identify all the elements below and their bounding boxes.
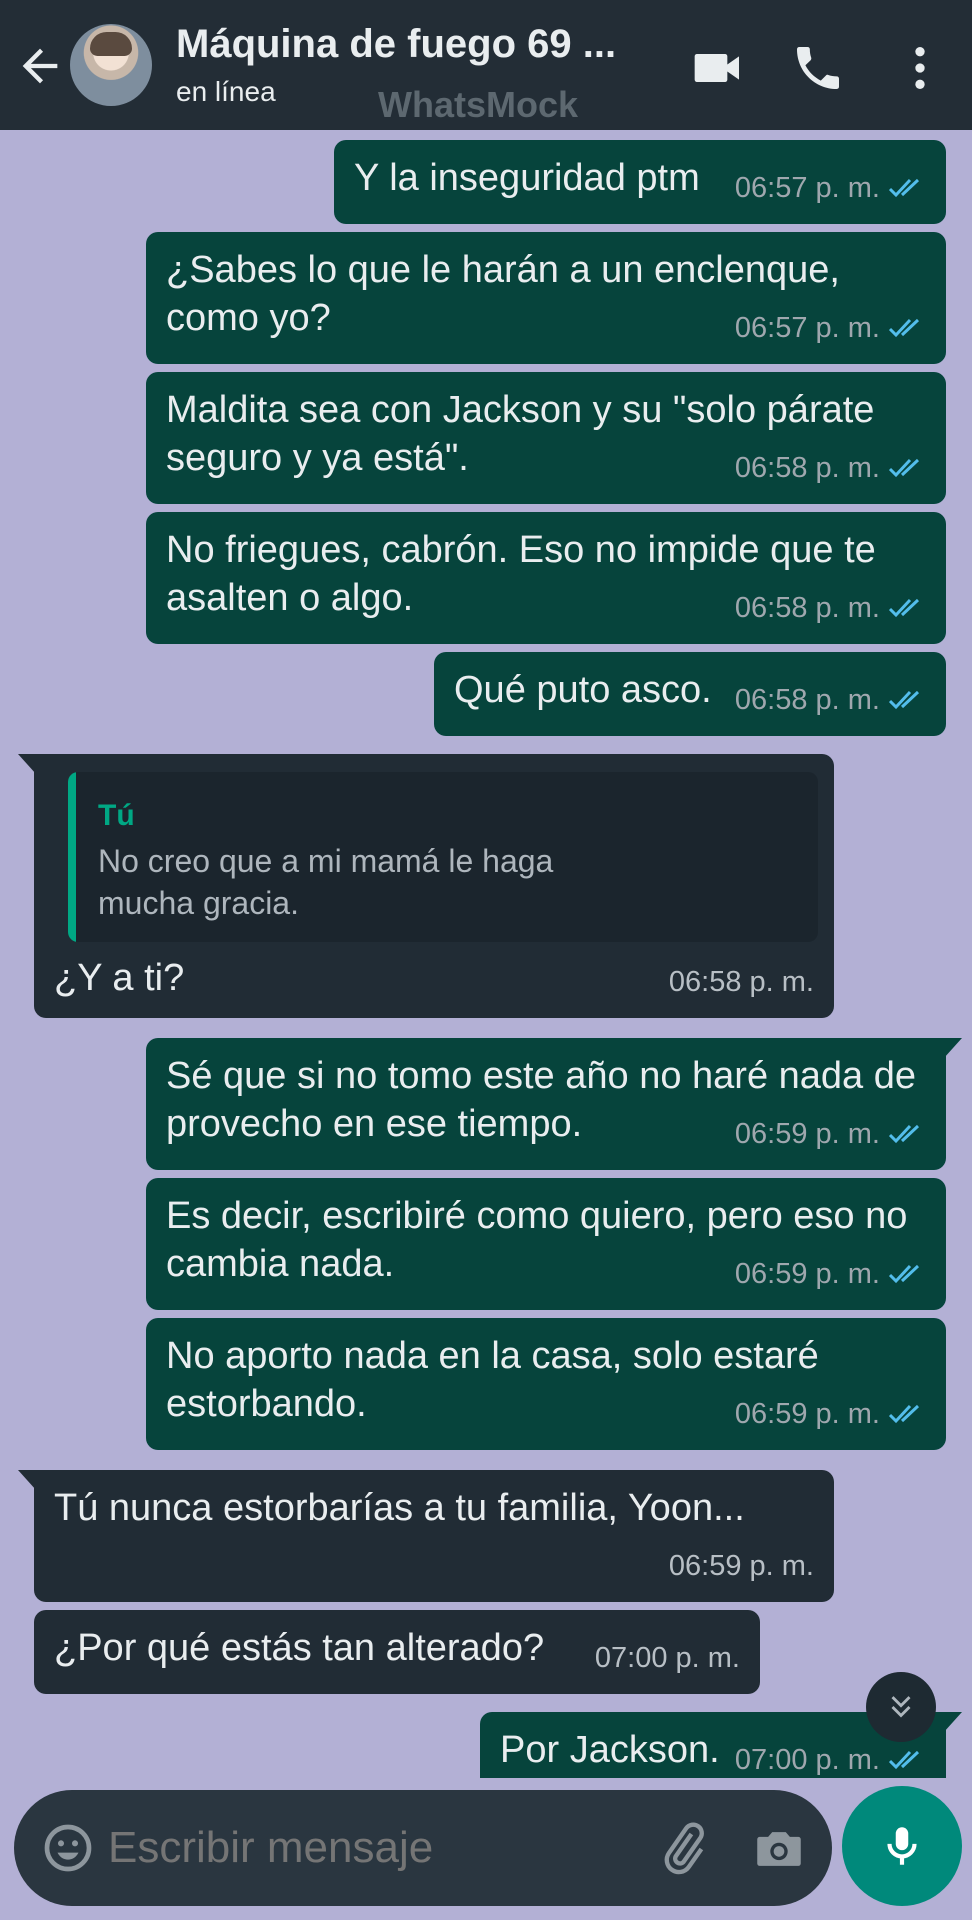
message-time: 06:59 p. m. [734, 1258, 880, 1290]
message-bubble-incoming[interactable]: Tú No creo que a mi mamá le haga mucha g… [18, 754, 834, 1018]
message-time: 06:58 p. m. [668, 966, 814, 998]
message-bubble-incoming[interactable]: Tú nunca estorbarías a tu familia, Yoon.… [18, 1470, 834, 1602]
video-camera-icon[interactable] [690, 40, 746, 96]
message-list[interactable]: Y la inseguridad ptm 06:57 p. m. ¿Sabes … [0, 130, 972, 1778]
quote-accent-bar [68, 772, 76, 942]
message-input[interactable] [106, 1822, 630, 1874]
message-time: 06:58 p. m. [734, 592, 880, 624]
scroll-to-bottom-button[interactable] [866, 1672, 936, 1742]
arrow-left-icon[interactable] [14, 40, 66, 92]
message-meta: 06:58 p. m. [669, 958, 814, 1006]
microphone-button[interactable] [842, 1786, 962, 1906]
composer [14, 1790, 832, 1906]
message-time: 06:58 p. m. [734, 684, 880, 716]
message-bubble-outgoing[interactable]: Y la inseguridad ptm 06:57 p. m. [334, 140, 946, 224]
message-meta: 06:59 p. m. [735, 1110, 926, 1158]
avatar[interactable] [70, 24, 152, 106]
quoted-message[interactable]: Tú No creo que a mi mamá le haga mucha g… [68, 772, 818, 942]
chat-header: Máquina de fuego 69 ... en línea WhatsMo… [0, 0, 972, 130]
double-check-icon [888, 318, 920, 338]
double-check-icon [888, 1750, 920, 1770]
double-check-icon [888, 1124, 920, 1144]
watermark: WhatsMock [378, 84, 579, 125]
bubble-tail [944, 1038, 962, 1058]
bubble-tail [944, 1712, 962, 1732]
message-bubble-incoming[interactable]: ¿Por qué estás tan alterado? 07:00 p. m. [34, 1610, 760, 1694]
message-time: 07:00 p. m. [594, 1642, 740, 1674]
message-bubble-outgoing[interactable]: Qué puto asco. 06:58 p. m. [434, 652, 946, 736]
bubble-tail [18, 754, 36, 774]
double-check-icon [888, 690, 920, 710]
message-text: Tú nunca estorbarías a tu familia, Yoon.… [54, 1487, 745, 1529]
message-bubble-outgoing[interactable]: Sé que si no tomo este año no haré nada … [146, 1038, 962, 1170]
contact-status: en línea [176, 76, 276, 107]
message-bubble-outgoing[interactable]: Maldita sea con Jackson y su "solo párat… [146, 372, 946, 504]
message-meta: 06:58 p. m. [735, 444, 926, 492]
more-vert-icon[interactable] [892, 40, 948, 96]
double-check-icon [888, 458, 920, 478]
message-bubble-outgoing[interactable]: Es decir, escribiré como quiero, pero es… [146, 1178, 946, 1310]
message-meta: 07:00 p. m. [735, 1736, 926, 1778]
message-time: 06:58 p. m. [734, 452, 880, 484]
message-meta: 06:59 p. m. [669, 1542, 814, 1590]
quote-text: No creo que a mi mamá le haga mucha grac… [98, 843, 554, 921]
quote-author: Tú [98, 799, 135, 832]
bubble-tail [18, 1470, 36, 1490]
message-meta: 06:57 p. m. [735, 304, 926, 352]
phone-icon[interactable] [790, 40, 846, 96]
message-meta: 06:58 p. m. [735, 676, 926, 724]
message-time: 06:59 p. m. [734, 1118, 880, 1150]
contact-name[interactable]: Máquina de fuego 69 ... [176, 22, 656, 67]
double-check-icon [888, 1264, 920, 1284]
double-check-icon [888, 1404, 920, 1424]
message-time: 06:59 p. m. [734, 1398, 880, 1430]
message-time: 07:00 p. m. [734, 1744, 880, 1776]
message-bubble-outgoing[interactable]: No aporto nada en la casa, solo estaré e… [146, 1318, 946, 1450]
microphone-icon [887, 1827, 917, 1865]
emoji-icon[interactable] [40, 1820, 96, 1876]
message-time: 06:57 p. m. [734, 172, 880, 204]
message-meta: 06:57 p. m. [735, 164, 926, 212]
message-time: 06:57 p. m. [734, 312, 880, 344]
message-bubble-outgoing[interactable]: ¿Sabes lo que le harán a un enclenque, c… [146, 232, 946, 364]
double-check-icon [888, 178, 920, 198]
message-meta: 06:59 p. m. [735, 1390, 926, 1438]
message-meta: 06:58 p. m. [735, 584, 926, 632]
message-meta: 07:00 p. m. [595, 1634, 740, 1682]
message-time: 06:59 p. m. [668, 1550, 814, 1582]
message-meta: 06:59 p. m. [735, 1250, 926, 1298]
camera-icon[interactable] [750, 1820, 808, 1878]
double-chevron-down-icon [891, 1696, 911, 1718]
double-check-icon [888, 598, 920, 618]
paperclip-icon[interactable] [654, 1820, 712, 1878]
message-bubble-outgoing[interactable]: No friegues, cabrón. Eso no impide que t… [146, 512, 946, 644]
